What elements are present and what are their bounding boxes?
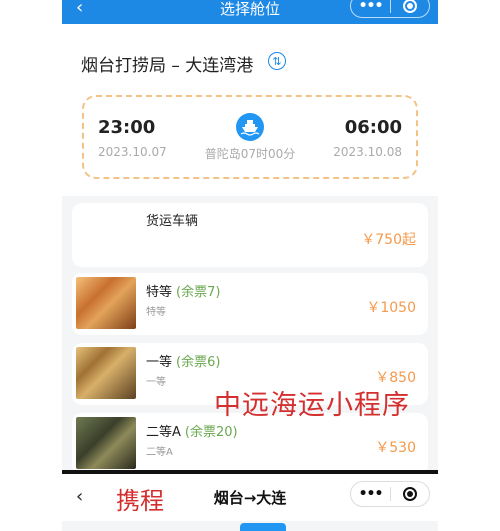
cabin-name: 货运车辆 [146, 214, 199, 229]
cabin-price: ￥1050 [366, 300, 416, 316]
route-title: 烟台打捞局 – 大连湾港 [81, 56, 254, 76]
cabin-name: 二等A (余票20) [146, 425, 238, 440]
close-target-icon[interactable] [403, 487, 417, 501]
more-icon[interactable]: ••• [351, 0, 390, 14]
ship-icon [236, 113, 264, 141]
remaining-tickets: (余票6) [176, 355, 221, 370]
cabin-selection-screen: ‹ 选择舱位 ••• 烟台打捞局 – 大连湾港 ⇅ 23:00 2023.10.… [62, 0, 438, 470]
cabin-name: 一等 (余票6) [146, 355, 221, 370]
active-tab-indicator[interactable] [240, 523, 286, 531]
watermark-text: 中远海运小程序 [214, 390, 410, 421]
more-icon[interactable]: ••• [351, 486, 390, 502]
tab-strip [62, 521, 438, 531]
top-bar: ‹ 选择舱位 ••• [62, 0, 438, 24]
cabin-name: 特等 (余票7) [146, 285, 221, 300]
transfer-icon[interactable]: ⇅ [268, 52, 286, 70]
schedule-box: 23:00 2023.10.07 普陀岛07时00分 06:00 2023.10… [82, 95, 418, 179]
second-screenshot-header: ‹ 携程 烟台→大连 ••• [62, 470, 438, 531]
cabin-photo [76, 417, 136, 469]
cabin-subtitle: 二等A [146, 447, 173, 458]
cabin-photo [76, 277, 136, 329]
remaining-tickets: (余票7) [176, 285, 221, 300]
cabin-photo [76, 347, 136, 399]
mini-program-capsule: ••• [350, 0, 430, 18]
cabin-subtitle: 特等 [146, 307, 166, 318]
capsule-divider [390, 487, 391, 501]
arrive-date: 2023.10.08 [333, 145, 402, 159]
cabin-price: ￥530 [375, 440, 416, 456]
cabin-price: ￥750起 [361, 232, 416, 248]
arrive-time: 06:00 [344, 117, 402, 138]
capsule-divider [390, 0, 391, 13]
cabin-row-cargo[interactable]: 货运车辆 ￥750起 [72, 203, 428, 267]
cabin-row-premium[interactable]: 特等 (余票7) 特等 ￥1050 [72, 273, 428, 335]
close-target-icon[interactable] [403, 0, 417, 13]
route-card: 烟台打捞局 – 大连湾港 ⇅ 23:00 2023.10.07 普陀岛07时00… [62, 24, 438, 196]
remaining-tickets: (余票20) [184, 425, 238, 440]
depart-time: 23:00 [98, 117, 156, 138]
cabin-subtitle: 一等 [146, 377, 166, 388]
mini-program-capsule: ••• [350, 481, 430, 507]
